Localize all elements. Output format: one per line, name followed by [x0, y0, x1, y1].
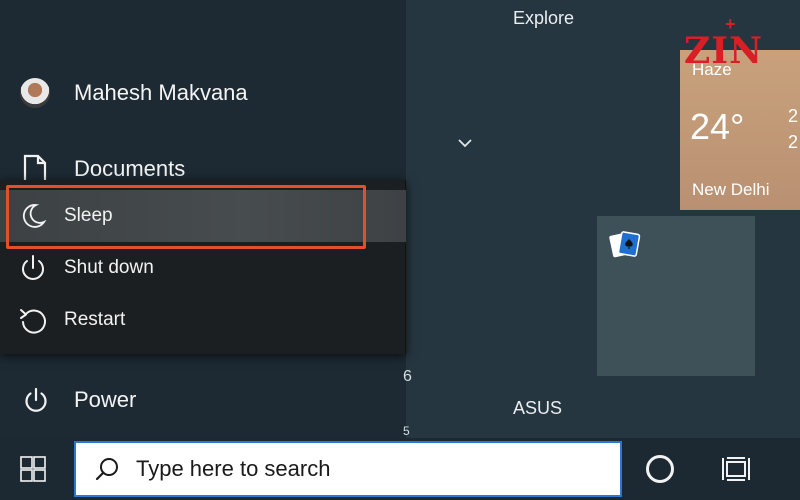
power-button[interactable]: Power [0, 386, 136, 414]
task-view-icon[interactable] [720, 454, 752, 484]
asus-group-title: ASUS [513, 398, 563, 418]
weather-temperature: 24° [690, 106, 745, 147]
taskbar-search-box[interactable]: Type here to search [74, 441, 622, 497]
search-placeholder: Type here to search [136, 456, 331, 481]
avatar [20, 78, 50, 108]
chevron-down-icon[interactable] [456, 136, 474, 150]
restart-label: Restart [64, 309, 126, 330]
shut-down-menu-item[interactable]: Shut down [0, 242, 406, 294]
stray-text: 6 [403, 368, 412, 385]
weather-tile[interactable]: Haze 24° 2 2 New Delhi [680, 50, 800, 210]
solitaire-cards-icon [609, 231, 641, 258]
windows-logo-icon [20, 456, 46, 482]
explore-group-title: Explore [513, 8, 575, 28]
stray-text: 5 [403, 424, 410, 438]
shut-down-label: Shut down [64, 257, 154, 278]
user-name: Mahesh Makvana [74, 80, 248, 105]
start-button[interactable] [0, 438, 66, 500]
taskbar: Type here to search [0, 438, 800, 500]
solitaire-tile[interactable] [597, 216, 755, 376]
weather-high: 2 [788, 106, 799, 126]
power-icon [22, 255, 44, 280]
selection-highlight-box [6, 185, 366, 249]
watermark-logo: ZIN [684, 30, 764, 72]
cortana-icon[interactable] [646, 455, 674, 483]
restart-menu-item[interactable]: Restart [0, 294, 406, 346]
documents-label: Documents [74, 156, 186, 181]
weather-city: New Delhi [692, 180, 770, 199]
search-icon [95, 458, 118, 481]
restart-icon [20, 309, 46, 334]
power-label: Power [74, 387, 137, 412]
weather-low: 2 [788, 132, 799, 152]
power-icon [25, 387, 47, 412]
user-account-item[interactable]: Mahesh Makvana [0, 78, 248, 108]
